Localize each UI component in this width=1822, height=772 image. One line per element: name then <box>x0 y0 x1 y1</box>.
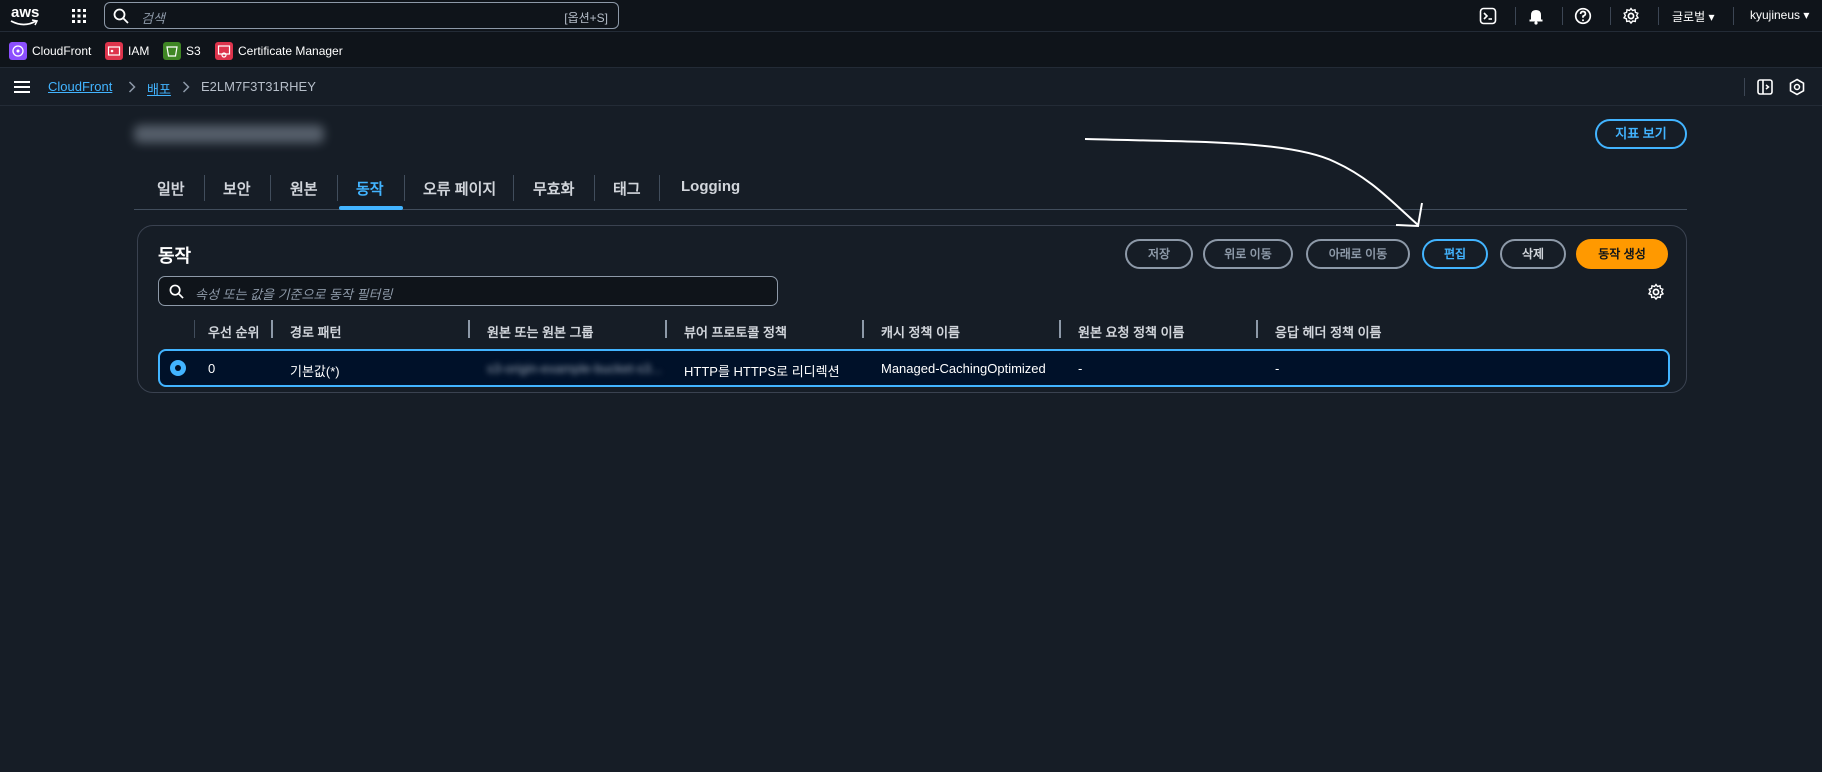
cell-cache-policy: Managed-CachingOptimized <box>881 361 1046 376</box>
create-behavior-button[interactable]: 동작 생성 <box>1576 239 1668 269</box>
column-header-origin[interactable]: 원본 또는 원본 그룹 <box>487 322 594 341</box>
nav-divider <box>1658 7 1659 25</box>
move-up-button[interactable]: 위로 이동 <box>1203 239 1293 269</box>
tab-divider <box>594 175 595 201</box>
chevron-right-icon <box>128 81 136 93</box>
column-resizer[interactable] <box>271 320 273 338</box>
cell-origin-request-policy: - <box>1078 361 1083 376</box>
column-divider <box>194 320 195 338</box>
tab-error-pages[interactable]: 오류 페이지 <box>423 178 496 199</box>
breadcrumb-cloudfront[interactable]: CloudFront <box>48 79 112 94</box>
move-down-button[interactable]: 아래로 이동 <box>1306 239 1410 269</box>
delete-button[interactable]: 삭제 <box>1500 239 1566 269</box>
services-grid-icon[interactable] <box>71 8 87 24</box>
distribution-name-redacted <box>134 125 324 143</box>
nav-divider <box>1515 7 1516 25</box>
nav-divider <box>1562 7 1563 25</box>
panel-title: 동작 <box>158 246 192 266</box>
favorites-bar: CloudFront IAM S3 Certificate Manager <box>0 32 1822 68</box>
nav-divider <box>1733 7 1734 25</box>
column-resizer[interactable] <box>468 320 470 338</box>
bar-divider <box>1744 78 1745 96</box>
cloudshell-icon[interactable] <box>1479 7 1497 25</box>
cell-viewer-protocol: HTTP를 HTTPS로 리디렉션 <box>684 364 840 379</box>
region-selector[interactable]: 글로벌 ▾ <box>1672 8 1714 25</box>
favorite-label: CloudFront <box>32 44 92 58</box>
tab-divider <box>204 175 205 201</box>
table-row[interactable]: 0 기본값(*) s3-origin-example-bucket-s3... … <box>158 349 1670 387</box>
top-navigation: aws 검색 [옵션+S] 글로벌 ▾ kyujineus ▾ <box>0 0 1822 32</box>
s3-icon <box>163 42 181 60</box>
detail-tabs: 일반 보안 원본 동작 오류 페이지 무효화 태그 Logging <box>134 170 1687 210</box>
breadcrumb-current: E2LM7F3T31RHEY <box>201 79 316 94</box>
certificate-manager-icon <box>215 42 233 60</box>
chevron-right-icon <box>182 81 190 93</box>
column-header-response-headers-policy[interactable]: 응답 헤더 정책 이름 <box>1275 322 1382 341</box>
favorite-label: Certificate Manager <box>238 44 343 58</box>
column-resizer[interactable] <box>862 320 864 338</box>
active-tab-indicator <box>339 206 403 210</box>
tab-divider <box>270 175 271 201</box>
breadcrumb-bar: CloudFront 배포 E2LM7F3T31RHEY <box>0 68 1822 106</box>
tab-security[interactable]: 보안 <box>223 178 251 199</box>
help-icon[interactable] <box>1574 7 1592 25</box>
column-resizer[interactable] <box>1059 320 1061 338</box>
filter-placeholder: 속성 또는 값을 기준으로 동작 필터링 <box>195 287 393 302</box>
assistant-icon[interactable] <box>1788 78 1806 96</box>
info-panel-icon[interactable] <box>1756 78 1774 96</box>
iam-icon <box>105 42 123 60</box>
cloudfront-icon <box>9 42 27 60</box>
cell-path-pattern: 기본값(*) <box>290 364 340 379</box>
behaviors-panel: 동작 저장 위로 이동 아래로 이동 편집 삭제 동작 생성 속성 또는 값을 … <box>137 225 1687 393</box>
tab-tags[interactable]: 태그 <box>613 178 641 199</box>
tab-origins[interactable]: 원본 <box>290 178 318 199</box>
column-header-cache-policy[interactable]: 캐시 정책 이름 <box>881 322 960 341</box>
edit-button[interactable]: 편집 <box>1422 239 1488 269</box>
row-select-radio[interactable] <box>170 360 186 376</box>
table-header: 우선 순위 경로 패턴 원본 또는 원본 그룹 뷰어 프로토콜 정책 캐시 정책… <box>158 318 1670 344</box>
cell-priority: 0 <box>208 361 216 376</box>
search-shortcut: [옵션+S] <box>564 11 608 25</box>
cell-origin: s3-origin-example-bucket-s3... <box>487 361 662 376</box>
column-header-priority[interactable]: 우선 순위 <box>208 322 259 341</box>
nav-divider <box>1610 7 1611 25</box>
notifications-bell-icon[interactable] <box>1527 7 1545 25</box>
view-metrics-button[interactable]: 지표 보기 <box>1595 119 1687 149</box>
column-header-viewer-protocol[interactable]: 뷰어 프로토콜 정책 <box>684 322 787 341</box>
column-resizer[interactable] <box>665 320 667 338</box>
tab-invalidations[interactable]: 무효화 <box>533 178 574 199</box>
column-header-path-pattern[interactable]: 경로 패턴 <box>290 322 341 341</box>
aws-smile-icon <box>10 19 38 26</box>
search-placeholder: 검색 <box>141 11 165 26</box>
favorite-label: IAM <box>128 44 150 58</box>
account-menu[interactable]: kyujineus ▾ <box>1750 8 1809 22</box>
favorite-label: S3 <box>186 44 201 58</box>
gear-icon[interactable] <box>1622 7 1640 25</box>
global-search-input[interactable]: 검색 [옵션+S] <box>104 2 619 29</box>
column-resizer[interactable] <box>1256 320 1258 338</box>
aws-logo[interactable]: aws <box>10 4 40 28</box>
cell-response-headers-policy: - <box>1275 361 1280 376</box>
search-icon <box>169 284 184 299</box>
table-preferences-gear-icon[interactable] <box>1647 283 1665 301</box>
save-button[interactable]: 저장 <box>1125 239 1193 269</box>
tab-divider <box>337 175 338 201</box>
column-header-origin-request-policy[interactable]: 원본 요청 정책 이름 <box>1078 322 1185 341</box>
tab-logging[interactable]: Logging <box>681 178 740 195</box>
menu-icon[interactable] <box>14 80 30 94</box>
tab-general[interactable]: 일반 <box>157 178 185 199</box>
search-icon <box>113 8 129 24</box>
breadcrumb-distributions[interactable]: 배포 <box>147 79 171 98</box>
tab-behaviors[interactable]: 동작 <box>356 178 384 199</box>
tab-divider <box>404 175 405 201</box>
behavior-filter-input[interactable]: 속성 또는 값을 기준으로 동작 필터링 <box>158 276 778 306</box>
tab-divider <box>659 175 660 201</box>
tab-divider <box>513 175 514 201</box>
